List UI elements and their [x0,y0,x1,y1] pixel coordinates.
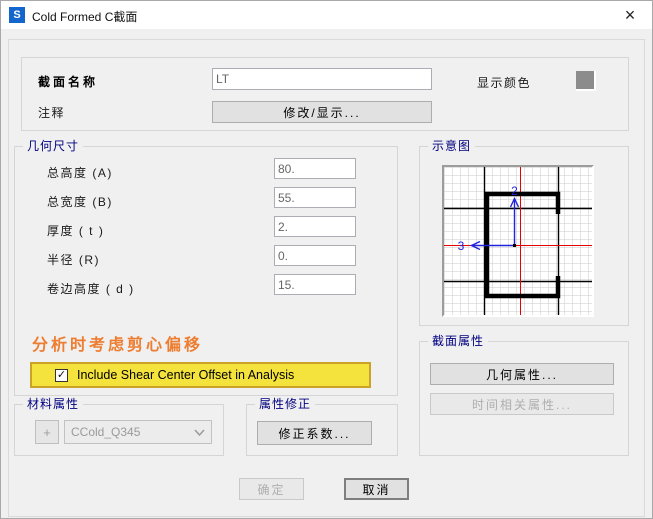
shear-offset-annotation: 分析时考虑剪心偏移 [32,337,204,354]
schematic-canvas: 2 3 [442,165,594,317]
axis-2-label: 2 [511,184,518,198]
window-title: Cold Formed C截面 [32,10,138,24]
dimensions-group: 几何尺寸 总高度 (A) 总宽度 (B) 厚度 ( t ) 半径 (R) 卷边高… [14,139,398,396]
app-icon: S [9,7,25,23]
total-height-input[interactable] [274,158,356,179]
grid-minor [444,167,592,315]
time-dependent-properties-button: 时间相关属性... [430,393,614,415]
close-icon[interactable]: × [612,1,648,29]
modification-factors-button[interactable]: 修正系数... [257,421,372,445]
total-width-input[interactable] [274,187,356,208]
section-name-label: 截面名称 [38,75,99,89]
origin-point [513,244,516,247]
lip-depth-input[interactable] [274,274,356,295]
geometric-properties-button[interactable]: 几何属性... [430,363,614,385]
dim-label: 厚度 ( t ) [47,224,105,238]
section-identity-group: 截面名称 显示颜色 注释 修改/显示... [21,57,629,131]
shear-offset-highlight: ✓ Include Shear Center Offset in Analysi… [30,362,371,388]
section-properties-group: 截面属性 几何属性... 时间相关属性... [419,334,629,456]
material-select: CCold_Q345 [64,420,212,444]
material-group: 材料属性 + CCold_Q345 [14,397,224,456]
c-section-drawing: 2 3 [444,167,592,315]
dim-label: 总宽度 (B) [47,195,113,209]
section-properties-group-title: 截面属性 [428,334,489,349]
modifiers-group-title: 属性修正 [255,397,316,412]
modify-show-button[interactable]: 修改/显示... [212,101,432,123]
dim-label: 半径 (R) [47,253,100,267]
modifiers-group: 属性修正 修正系数... [246,397,398,456]
titlebar[interactable]: S Cold Formed C截面 × [1,1,652,29]
add-material-button: + [35,420,59,444]
cancel-button[interactable]: 取消 [344,478,409,500]
material-group-title: 材料属性 [23,397,84,412]
chevron-down-icon [194,428,205,436]
dimensions-group-title: 几何尺寸 [23,139,84,154]
display-color-swatch[interactable] [576,71,596,91]
radius-input[interactable] [274,245,356,266]
material-selected-value: CCold_Q345 [71,425,141,439]
schematic-group-title: 示意图 [428,139,476,154]
axis-3-label: 3 [458,239,465,253]
dim-label: 卷边高度 ( d ) [47,282,135,296]
dim-label: 总高度 (A) [47,166,113,180]
shear-offset-checkbox-label: Include Shear Center Offset in Analysis [77,368,295,382]
cold-formed-c-section-dialog: S Cold Formed C截面 × 截面名称 显示颜色 注释 修改/显示..… [0,0,653,519]
thickness-input[interactable] [274,216,356,237]
display-color-label: 显示颜色 [477,76,532,90]
ok-button[interactable]: 确定 [239,478,304,500]
notes-label: 注释 [38,106,66,120]
shear-offset-checkbox[interactable]: ✓ [55,368,68,382]
section-name-input[interactable] [212,68,432,90]
